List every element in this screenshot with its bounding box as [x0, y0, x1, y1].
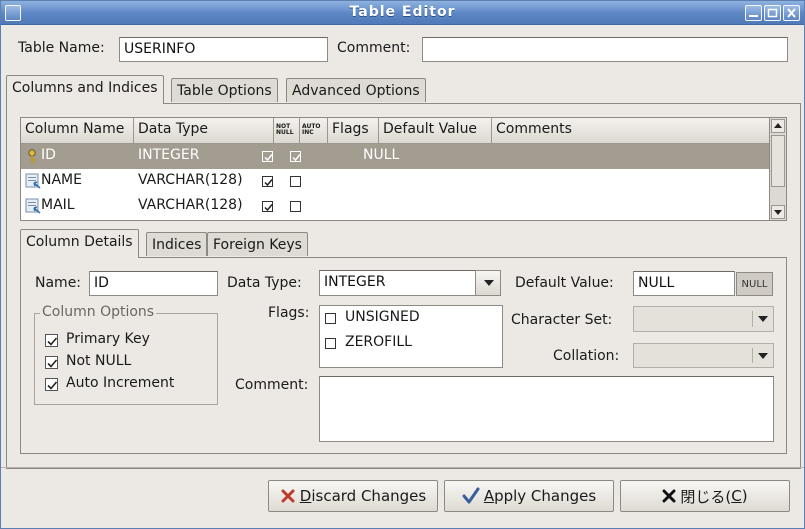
chevron-down-icon — [758, 353, 768, 359]
collation-label: Collation: — [553, 348, 620, 364]
comment-label: Comment: — [337, 40, 411, 56]
header-flags[interactable]: Flags — [328, 118, 379, 144]
header-not-null[interactable]: NOT NULL — [274, 118, 300, 144]
cell-data-type: INTEGER — [138, 147, 200, 163]
character-set-label: Character Set: — [511, 312, 613, 328]
unsigned-label: UNSIGNED — [345, 309, 420, 325]
cell-data-type: VARCHAR(128) — [138, 172, 243, 188]
unsigned-checkbox[interactable] — [325, 313, 336, 324]
zerofill-label: ZEROFILL — [345, 334, 412, 350]
flags-label: Flags: — [268, 305, 310, 321]
cell-column-name: MAIL — [41, 197, 75, 213]
close-mnemonic: C — [731, 487, 742, 505]
flags-list[interactable]: UNSIGNED ZEROFILL — [319, 305, 503, 368]
tab-columns-and-indices[interactable]: Columns and Indices — [6, 75, 164, 104]
grid-scrollbar[interactable] — [770, 117, 787, 221]
title-bar[interactable]: Table Editor — [1, 1, 804, 25]
data-type-input[interactable]: INTEGER — [319, 270, 476, 296]
data-type-dropdown[interactable] — [475, 270, 501, 296]
character-set-select[interactable] — [633, 306, 774, 332]
table-row[interactable]: ID INTEGER NULL — [21, 144, 769, 169]
bottom-separator — [1, 467, 804, 468]
cell-column-name: ID — [41, 147, 56, 163]
minimize-icon[interactable] — [745, 5, 762, 21]
header-default-value[interactable]: Default Value — [379, 118, 492, 144]
apply-changes-button[interactable]: Apply Changes — [444, 480, 614, 512]
close-label-end: ) — [741, 487, 748, 505]
cell-data-type: VARCHAR(128) — [138, 197, 243, 213]
zerofill-checkbox[interactable] — [325, 338, 336, 349]
auto-increment-checkbox[interactable] — [45, 378, 58, 391]
header-auto-inc[interactable]: AUTO INC — [300, 118, 328, 144]
scroll-up-icon[interactable] — [771, 119, 785, 133]
primary-key-label: Primary Key — [66, 331, 150, 347]
header-comments[interactable]: Comments — [492, 118, 769, 144]
cell-not-null-checkbox[interactable] — [262, 201, 273, 212]
column-options-title: Column Options — [40, 304, 157, 320]
column-name-input[interactable]: ID — [89, 271, 218, 296]
table-name-input[interactable]: USERINFO — [119, 37, 328, 62]
primary-key-checkbox[interactable] — [45, 334, 58, 347]
scroll-down-icon[interactable] — [771, 205, 785, 219]
header-column-name[interactable]: Column Name — [21, 118, 134, 144]
key-icon — [28, 149, 36, 163]
not-null-checkbox[interactable] — [45, 356, 58, 369]
tab-column-details[interactable]: Column Details — [20, 229, 139, 258]
auto-increment-label: Auto Increment — [66, 375, 175, 391]
cell-column-name: NAME — [41, 172, 82, 188]
not-null-label: Not NULL — [66, 353, 132, 369]
maximize-icon[interactable] — [764, 5, 781, 21]
cell-not-null-checkbox[interactable] — [262, 176, 273, 187]
collation-select[interactable] — [633, 343, 774, 368]
tab-foreign-keys[interactable]: Foreign Keys — [207, 232, 308, 256]
column-comment-input[interactable] — [319, 376, 774, 442]
table-comment-input[interactable] — [422, 37, 788, 62]
name-label: Name: — [35, 275, 82, 291]
table-name-label: Table Name: — [18, 40, 105, 56]
close-button[interactable]: 閉じる(C) — [620, 480, 790, 512]
discard-changes-button[interactable]: Discard Changes — [268, 480, 438, 512]
set-null-button[interactable]: NULL — [736, 272, 773, 296]
apply-label: pply Changes — [494, 487, 597, 505]
table-row[interactable]: MAIL VARCHAR(128) — [21, 194, 769, 219]
close-label: 閉じる( — [680, 487, 732, 506]
chevron-down-icon — [484, 280, 494, 286]
cell-auto-inc-checkbox[interactable] — [290, 176, 301, 187]
column-comment-label: Comment: — [235, 377, 309, 393]
header-not-null-line2: NULL — [276, 129, 294, 136]
tab-advanced-options[interactable]: Advanced Options — [286, 78, 426, 102]
cell-not-null-checkbox[interactable] — [262, 151, 273, 162]
tab-table-options[interactable]: Table Options — [171, 78, 278, 102]
window-title: Table Editor — [349, 4, 456, 20]
tab-indices[interactable]: Indices — [146, 232, 208, 256]
column-icon — [25, 173, 41, 189]
data-type-label: Data Type: — [227, 275, 302, 291]
table-row[interactable]: NAME VARCHAR(128) — [21, 169, 769, 194]
header-auto-inc-line2: INC — [302, 129, 314, 136]
close-icon[interactable] — [783, 5, 800, 21]
cell-auto-inc-checkbox[interactable] — [290, 201, 301, 212]
default-value-input[interactable]: NULL — [633, 271, 735, 296]
default-value-label: Default Value: — [515, 275, 614, 291]
column-icon — [25, 198, 41, 214]
discard-icon — [281, 489, 295, 503]
cell-default-value: NULL — [363, 147, 400, 163]
scroll-thumb[interactable] — [771, 135, 785, 187]
close-x-icon — [662, 489, 676, 503]
apply-check-icon — [462, 487, 480, 504]
chevron-down-icon — [758, 316, 768, 322]
columns-grid[interactable]: Column Name Data Type NOT NULL AUTO INC … — [20, 117, 770, 221]
apply-mnemonic: A — [483, 487, 495, 505]
cell-auto-inc-checkbox[interactable] — [290, 151, 301, 162]
table-editor-window: Table Editor Table Name: USERINFO Commen… — [0, 0, 805, 529]
discard-mnemonic: D — [299, 487, 312, 505]
discard-label: iscard Changes — [311, 487, 427, 505]
header-data-type[interactable]: Data Type — [134, 118, 274, 144]
